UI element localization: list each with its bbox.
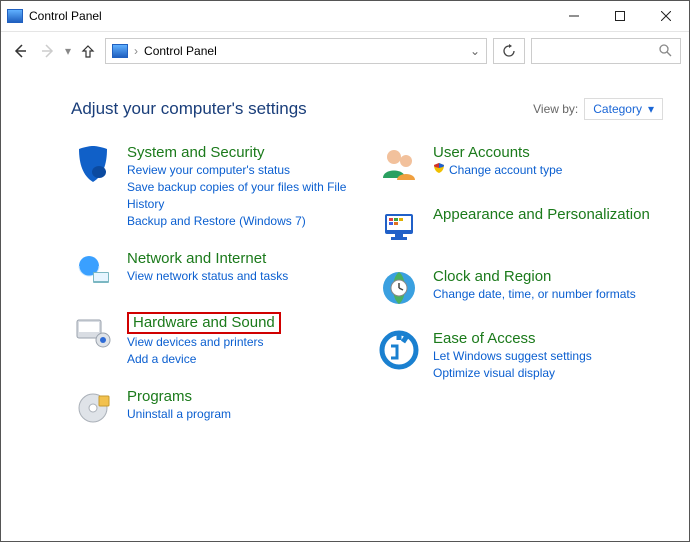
view-by-label: View by:: [533, 102, 578, 116]
up-button[interactable]: [77, 39, 99, 63]
refresh-button[interactable]: [493, 38, 525, 64]
network-internet-icon: [71, 248, 115, 292]
address-dropdown-chevron-icon[interactable]: ⌄: [470, 44, 480, 58]
category-body: System and SecurityReview your computer'…: [127, 142, 357, 230]
category-body: User AccountsChange account type: [433, 142, 562, 186]
category-sublink[interactable]: Change account type: [433, 162, 562, 179]
category-sublink[interactable]: Change date, time, or number formats: [433, 286, 636, 303]
maximize-button[interactable]: [597, 1, 643, 31]
control-panel-icon: [7, 9, 23, 23]
category-sublink[interactable]: Review your computer's status: [127, 162, 357, 179]
category-sublink[interactable]: View network status and tasks: [127, 268, 288, 285]
category-network-internet: Network and InternetView network status …: [71, 248, 357, 292]
forward-button[interactable]: [37, 39, 59, 63]
categories-left-column: System and SecurityReview your computer'…: [71, 142, 357, 448]
hardware-sound-icon: [71, 310, 115, 354]
category-body: Hardware and SoundView devices and print…: [127, 310, 281, 368]
category-title-link[interactable]: Network and Internet: [127, 250, 266, 268]
nav-row: ▾ › Control Panel ⌄: [1, 32, 689, 70]
category-sublink[interactable]: View devices and printers: [127, 334, 281, 351]
view-by-value: Category: [593, 102, 642, 116]
back-button[interactable]: [9, 39, 31, 63]
clock-region-icon: [377, 266, 421, 310]
category-clock-region: Clock and RegionChange date, time, or nu…: [377, 266, 663, 310]
category-body: ProgramsUninstall a program: [127, 386, 231, 430]
category-body: Appearance and Personalization: [433, 204, 650, 248]
categories: System and SecurityReview your computer'…: [71, 142, 663, 448]
content-area: Adjust your computer's settings View by:…: [1, 70, 689, 541]
category-sublink[interactable]: Add a device: [127, 351, 281, 368]
appearance-icon: [377, 204, 421, 248]
breadcrumb-location[interactable]: Control Panel: [144, 44, 217, 58]
minimize-button[interactable]: [551, 1, 597, 31]
category-programs: ProgramsUninstall a program: [71, 386, 357, 430]
category-title-link[interactable]: Clock and Region: [433, 268, 551, 286]
search-box[interactable]: [531, 38, 681, 64]
system-security-icon: [71, 142, 115, 186]
category-user-accounts: User AccountsChange account type: [377, 142, 663, 186]
category-sublink[interactable]: Optimize visual display: [433, 365, 592, 382]
category-ease-of-access: Ease of AccessLet Windows suggest settin…: [377, 328, 663, 382]
category-sublink[interactable]: Save backup copies of your files with Fi…: [127, 179, 357, 213]
breadcrumb-chevron-icon: ›: [134, 44, 138, 58]
ease-of-access-icon: [377, 328, 421, 372]
programs-icon: [71, 386, 115, 430]
category-body: Network and InternetView network status …: [127, 248, 288, 292]
category-body: Ease of AccessLet Windows suggest settin…: [433, 328, 592, 382]
category-title-link[interactable]: Ease of Access: [433, 330, 536, 348]
category-title-link[interactable]: Programs: [127, 388, 192, 406]
category-title-link[interactable]: Hardware and Sound: [127, 312, 281, 334]
category-hardware-sound: Hardware and SoundView devices and print…: [71, 310, 357, 368]
address-bar[interactable]: › Control Panel ⌄: [105, 38, 487, 64]
uac-shield-icon: [433, 163, 445, 177]
content-header: Adjust your computer's settings View by:…: [71, 98, 663, 120]
category-system-security: System and SecurityReview your computer'…: [71, 142, 357, 230]
category-sublink[interactable]: Backup and Restore (Windows 7): [127, 213, 357, 230]
recent-locations-chevron-icon[interactable]: ▾: [65, 44, 71, 58]
category-title-link[interactable]: System and Security: [127, 144, 265, 162]
chevron-down-icon: ▾: [648, 102, 654, 116]
titlebar: Control Panel: [1, 1, 689, 32]
category-title-link[interactable]: User Accounts: [433, 144, 530, 162]
category-appearance: Appearance and Personalization: [377, 204, 663, 248]
category-sublink[interactable]: Uninstall a program: [127, 406, 231, 423]
search-icon: [658, 43, 672, 60]
user-accounts-icon: [377, 142, 421, 186]
category-title-link[interactable]: Appearance and Personalization: [433, 206, 650, 224]
control-panel-window: Control Panel ▾ › Control Panel ⌄: [0, 0, 690, 542]
categories-right-column: User AccountsChange account type Appearan…: [377, 142, 663, 448]
window-title: Control Panel: [29, 9, 102, 23]
close-button[interactable]: [643, 1, 689, 31]
page-heading: Adjust your computer's settings: [71, 99, 533, 119]
category-sublink[interactable]: Let Windows suggest settings: [433, 348, 592, 365]
address-control-panel-icon: [112, 44, 128, 58]
view-by-dropdown[interactable]: Category ▾: [584, 98, 663, 120]
category-body: Clock and RegionChange date, time, or nu…: [433, 266, 636, 310]
